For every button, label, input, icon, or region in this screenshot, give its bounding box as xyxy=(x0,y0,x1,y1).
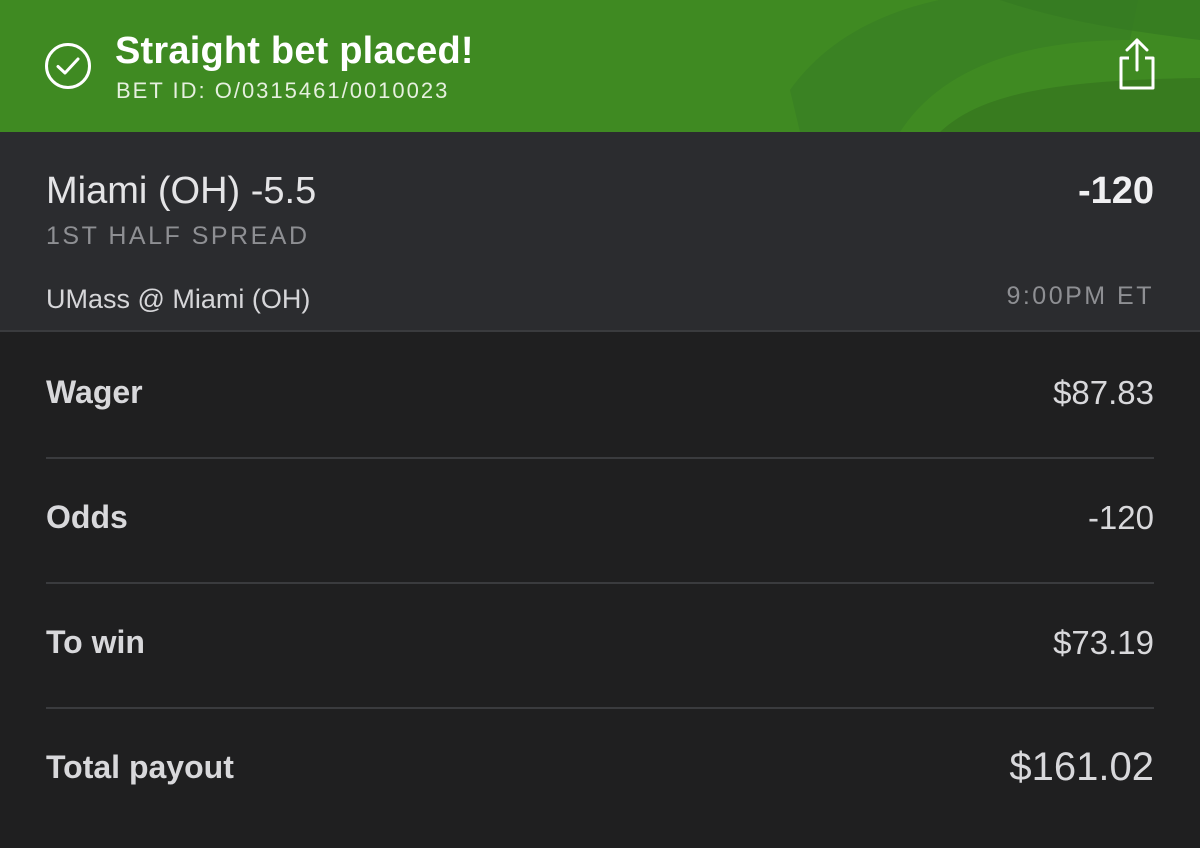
selection-time: 9:00PM ET xyxy=(1006,282,1154,310)
odds-row: Odds -120 xyxy=(46,459,1154,584)
wager-row: Wager $87.83 xyxy=(46,334,1154,459)
bet-id: BET ID: O/0315461/0010023 xyxy=(116,78,450,103)
wager-value: $87.83 xyxy=(1053,374,1154,411)
selection-title: Miami (OH) -5.5 xyxy=(46,170,317,212)
to-win-row: To win $73.19 xyxy=(46,584,1154,709)
total-payout-row: Total payout $161.02 xyxy=(46,709,1154,834)
to-win-label: To win xyxy=(46,624,145,660)
bet-confirmation-screen: Straight bet placed! BET ID: O/0315461/0… xyxy=(0,0,1200,848)
confirmation-banner: Straight bet placed! BET ID: O/0315461/0… xyxy=(0,0,1200,132)
confirmation-title: Straight bet placed! xyxy=(115,30,474,72)
bet-selection: Miami (OH) -5.5 -120 1ST HALF SPREAD UMa… xyxy=(0,132,1200,332)
total-payout-value: $161.02 xyxy=(1009,745,1154,789)
odds-label: Odds xyxy=(46,499,128,535)
check-circle-icon xyxy=(45,43,91,89)
bet-details: Wager $87.83 Odds -120 To win $73.19 Tot… xyxy=(0,334,1200,834)
share-icon[interactable] xyxy=(1112,36,1162,92)
selection-market: 1ST HALF SPREAD xyxy=(46,222,310,250)
selection-matchup: UMass @ Miami (OH) xyxy=(46,284,311,314)
total-payout-label: Total payout xyxy=(46,749,234,785)
wager-label: Wager xyxy=(46,374,143,410)
odds-value: -120 xyxy=(1087,499,1154,536)
to-win-value: $73.19 xyxy=(1053,624,1154,661)
selection-odds: -120 xyxy=(1077,170,1154,212)
